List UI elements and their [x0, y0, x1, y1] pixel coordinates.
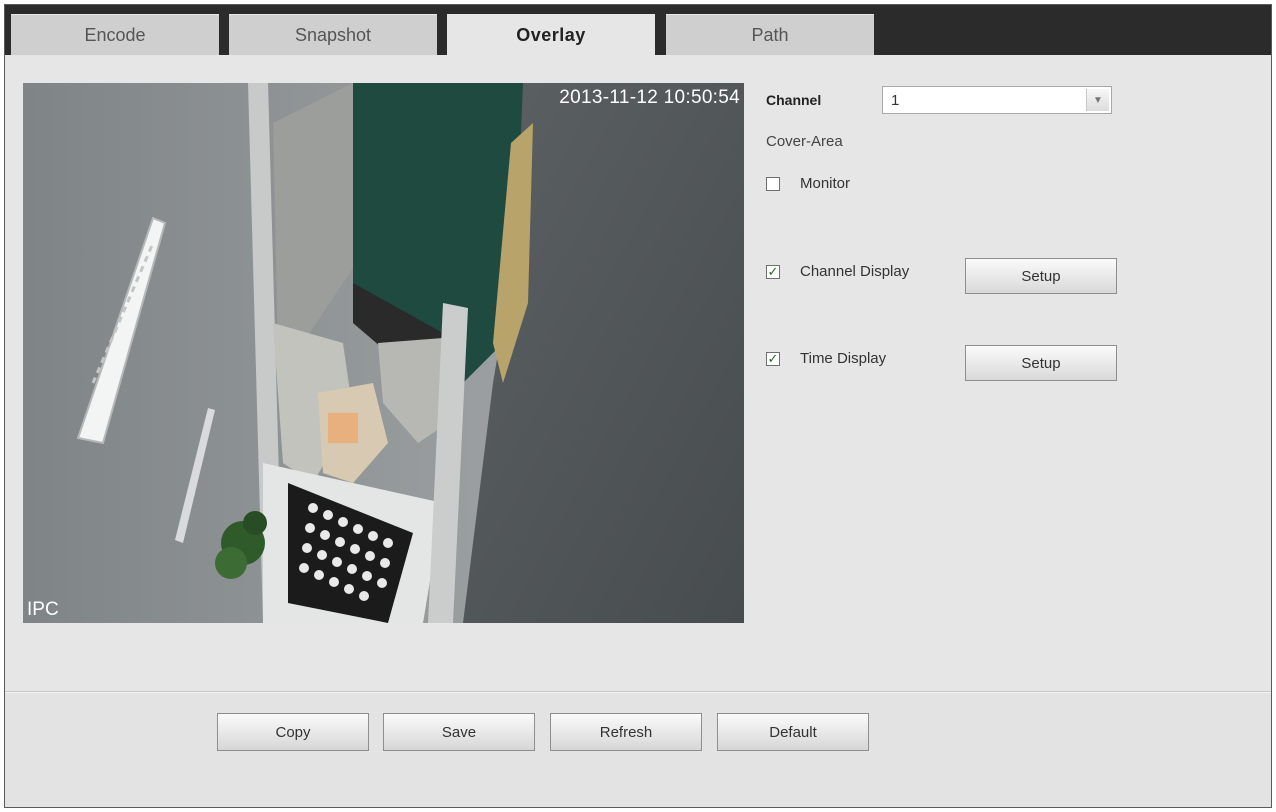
tab-overlay[interactable]: Overlay — [447, 14, 655, 55]
channel-display-option[interactable]: ✓ Channel Display — [766, 263, 909, 280]
monitor-checkbox[interactable] — [766, 176, 780, 191]
overlay-panel: 2013-11-12 10:50:54 IPC Channel 1 ▼ Cove… — [5, 55, 1271, 691]
save-button[interactable]: Save — [383, 713, 535, 751]
default-button[interactable]: Default — [717, 713, 869, 751]
overlay-settings-window: Encode Snapshot Overlay Path 2013-11-12 … — [4, 4, 1272, 808]
channel-display-setup-button[interactable]: Setup — [965, 258, 1117, 294]
check-icon: ✓ — [767, 351, 779, 366]
channel-label: Channel — [766, 92, 822, 108]
time-display-option[interactable]: ✓ Time Display — [766, 350, 886, 367]
time-display-label: Time Display — [800, 350, 887, 367]
time-display-setup-button[interactable]: Setup — [965, 345, 1117, 381]
tab-bar: Encode Snapshot Overlay Path — [5, 5, 1271, 55]
osd-channel-title: IPC — [27, 599, 59, 620]
osd-timestamp: 2013-11-12 10:50:54 — [559, 87, 740, 108]
cover-area-label: Cover-Area — [766, 133, 843, 150]
channel-display-checkbox[interactable]: ✓ — [766, 264, 780, 279]
channel-display-label: Channel Display — [800, 263, 910, 280]
time-display-checkbox[interactable]: ✓ — [766, 351, 780, 366]
footer-actions: Copy Save Refresh Default — [5, 693, 1271, 807]
tab-encode[interactable]: Encode — [11, 14, 219, 55]
channel-select-value: 1 — [891, 91, 900, 109]
video-preview[interactable]: 2013-11-12 10:50:54 IPC — [23, 83, 744, 623]
chevron-down-icon[interactable]: ▼ — [1086, 89, 1109, 111]
camera-image — [23, 83, 744, 623]
tab-snapshot[interactable]: Snapshot — [229, 14, 437, 55]
copy-button[interactable]: Copy — [217, 713, 369, 751]
monitor-option[interactable]: Monitor — [766, 175, 850, 192]
channel-select[interactable]: 1 ▼ — [882, 86, 1112, 114]
check-icon: ✓ — [767, 264, 779, 279]
refresh-button[interactable]: Refresh — [550, 713, 702, 751]
monitor-label: Monitor — [800, 175, 851, 192]
tab-path[interactable]: Path — [666, 14, 874, 55]
